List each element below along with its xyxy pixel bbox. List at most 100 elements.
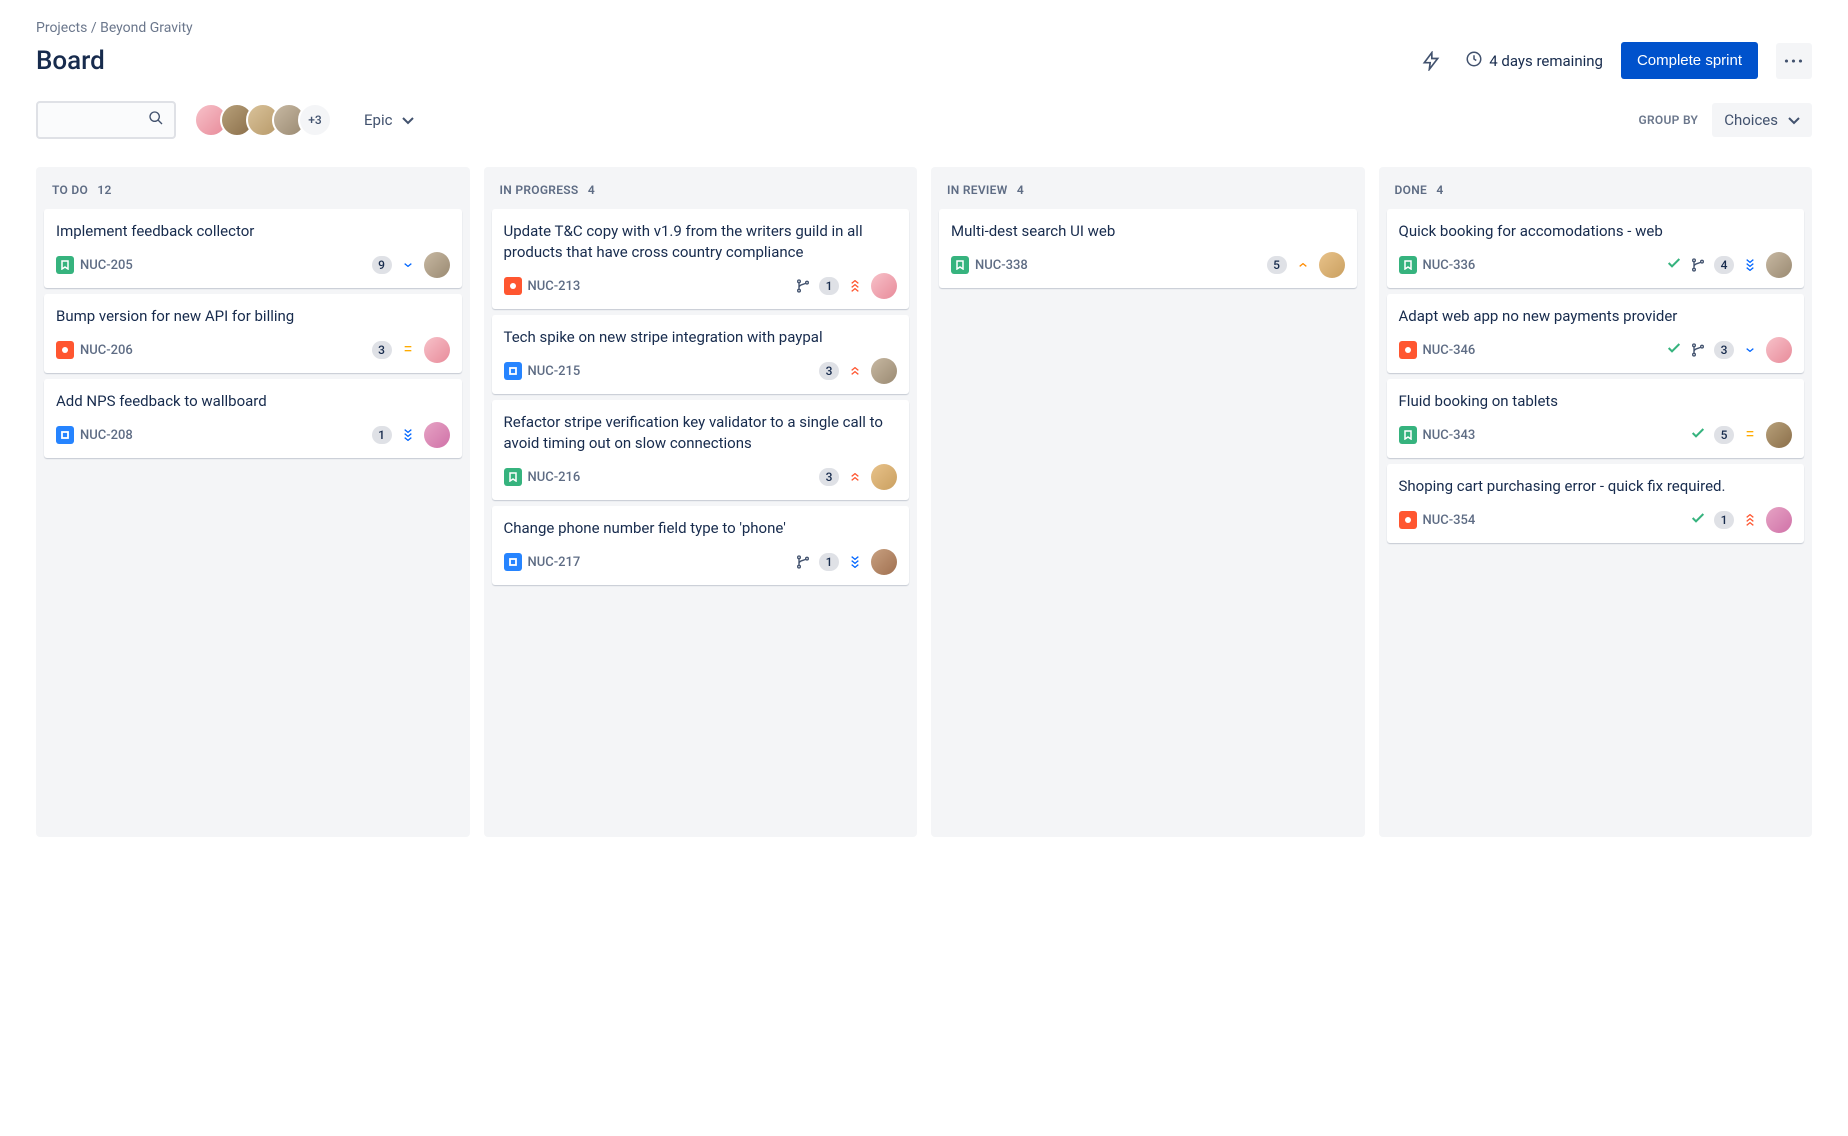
card-title: Add NPS feedback to wallboard <box>56 391 450 412</box>
issue-card[interactable]: Bump version for new API for billingNUC-… <box>44 294 462 373</box>
card-title: Tech spike on new stripe integration wit… <box>504 327 898 348</box>
issue-key[interactable]: NUC-346 <box>1399 341 1476 359</box>
estimate-badge: 3 <box>819 362 839 380</box>
assignee-avatar[interactable] <box>424 422 450 448</box>
issue-card[interactable]: Tech spike on new stripe integration wit… <box>492 315 910 394</box>
bug-icon <box>56 341 74 359</box>
card-title: Refactor stripe verification key validat… <box>504 412 898 454</box>
priority-lowest-icon <box>847 556 863 568</box>
chevron-down-icon <box>402 111 414 129</box>
issue-card[interactable]: Shoping cart purchasing error - quick fi… <box>1387 464 1805 543</box>
story-icon <box>504 468 522 486</box>
assignee-avatar[interactable] <box>424 337 450 363</box>
estimate-badge: 4 <box>1714 256 1734 274</box>
estimate-badge: 1 <box>819 277 839 295</box>
issue-key[interactable]: NUC-336 <box>1399 256 1476 274</box>
task-icon <box>56 426 74 444</box>
column-header: TO DO 12 <box>44 179 462 209</box>
story-icon <box>951 256 969 274</box>
assignee-avatar[interactable] <box>1766 422 1792 448</box>
branch-icon <box>795 278 811 294</box>
estimate-badge: 5 <box>1267 256 1287 274</box>
chevron-down-icon <box>1788 111 1800 129</box>
priority-highest-icon <box>1742 514 1758 526</box>
assignee-avatar[interactable] <box>1766 507 1792 533</box>
assignee-avatar[interactable] <box>1319 252 1345 278</box>
assignee-avatar[interactable] <box>1766 252 1792 278</box>
task-icon <box>504 362 522 380</box>
issue-card[interactable]: Change phone number field type to 'phone… <box>492 506 910 585</box>
column-header: IN PROGRESS 4 <box>492 179 910 209</box>
story-icon <box>56 256 74 274</box>
priority-medium-high-icon <box>1295 263 1311 267</box>
avatar-stack[interactable]: +3 <box>194 103 332 137</box>
issue-card[interactable]: Adapt web app no new payments provider NU… <box>1387 294 1805 373</box>
search-input[interactable] <box>36 101 176 139</box>
issue-key[interactable]: NUC-343 <box>1399 426 1476 444</box>
check-icon <box>1690 425 1706 446</box>
bug-icon <box>1399 341 1417 359</box>
issue-key[interactable]: NUC-217 <box>504 553 581 571</box>
column-todo[interactable]: TO DO 12 Implement feedback collector NUC… <box>36 167 470 837</box>
card-title: Update T&C copy with v1.9 from the write… <box>504 221 898 263</box>
column-in-review[interactable]: IN REVIEW 4 Multi-dest search UI web NUC-… <box>931 167 1365 837</box>
issue-card[interactable]: Add NPS feedback to wallboard NUC-208 1 <box>44 379 462 458</box>
priority-highest-icon <box>847 280 863 292</box>
issue-key[interactable]: NUC-338 <box>951 256 1028 274</box>
issue-card[interactable]: Refactor stripe verification key validat… <box>492 400 910 500</box>
issue-key[interactable]: NUC-213 <box>504 277 581 295</box>
avatar-more[interactable]: +3 <box>298 103 332 137</box>
check-icon <box>1690 510 1706 531</box>
estimate-badge: 1 <box>819 553 839 571</box>
check-icon <box>1666 255 1682 276</box>
card-title: Implement feedback collector <box>56 221 450 242</box>
complete-sprint-button[interactable]: Complete sprint <box>1621 42 1758 79</box>
branch-icon <box>795 554 811 570</box>
breadcrumb-projects[interactable]: Projects <box>36 20 87 36</box>
estimate-badge: 3 <box>372 341 392 359</box>
priority-lowest-icon <box>1742 259 1758 271</box>
estimate-badge: 5 <box>1714 426 1734 444</box>
issue-key[interactable]: NUC-216 <box>504 468 581 486</box>
priority-medium-icon <box>1742 431 1758 439</box>
estimate-badge: 1 <box>372 426 392 444</box>
issue-card[interactable]: Quick booking for accomodations - web NUC… <box>1387 209 1805 288</box>
column-header: IN REVIEW 4 <box>939 179 1357 209</box>
issue-card[interactable]: Multi-dest search UI web NUC-338 5 <box>939 209 1357 288</box>
assignee-avatar[interactable] <box>871 464 897 490</box>
priority-high-icon <box>847 473 863 481</box>
assignee-avatar[interactable] <box>1766 337 1792 363</box>
issue-key[interactable]: NUC-215 <box>504 362 581 380</box>
issue-card[interactable]: Update T&C copy with v1.9 from the write… <box>492 209 910 309</box>
issue-key[interactable]: NUC-206 <box>56 341 133 359</box>
issue-card[interactable]: Fluid booking on tablets NUC-343 5 <box>1387 379 1805 458</box>
assignee-avatar[interactable] <box>871 358 897 384</box>
card-title: Fluid booking on tablets <box>1399 391 1793 412</box>
check-icon <box>1666 340 1682 361</box>
column-done[interactable]: DONE 4 Quick booking for accomodations -… <box>1379 167 1813 837</box>
kanban-board: TO DO 12 Implement feedback collector NUC… <box>36 167 1812 837</box>
bug-icon <box>1399 511 1417 529</box>
more-menu-button[interactable]: ··· <box>1776 43 1812 79</box>
choices-dropdown[interactable]: Choices <box>1712 103 1812 137</box>
assignee-avatar[interactable] <box>871 273 897 299</box>
card-title: Quick booking for accomodations - web <box>1399 221 1793 242</box>
column-header: DONE 4 <box>1387 179 1805 209</box>
card-title: Shoping cart purchasing error - quick fi… <box>1399 476 1793 497</box>
automation-icon[interactable] <box>1415 45 1447 77</box>
clock-icon <box>1465 50 1483 72</box>
card-title: Multi-dest search UI web <box>951 221 1345 242</box>
priority-low-icon <box>1742 348 1758 352</box>
breadcrumb-project[interactable]: Beyond Gravity <box>100 20 193 36</box>
assignee-avatar[interactable] <box>424 252 450 278</box>
assignee-avatar[interactable] <box>871 549 897 575</box>
issue-card[interactable]: Implement feedback collectorNUC-2059 <box>44 209 462 288</box>
epic-dropdown[interactable]: Epic <box>364 111 414 129</box>
column-in-progress[interactable]: IN PROGRESS 4 Update T&C copy with v1.9 … <box>484 167 918 837</box>
search-icon <box>148 110 164 130</box>
issue-key[interactable]: NUC-354 <box>1399 511 1476 529</box>
card-title: Adapt web app no new payments provider <box>1399 306 1793 327</box>
task-icon <box>504 553 522 571</box>
issue-key[interactable]: NUC-208 <box>56 426 133 444</box>
issue-key[interactable]: NUC-205 <box>56 256 133 274</box>
